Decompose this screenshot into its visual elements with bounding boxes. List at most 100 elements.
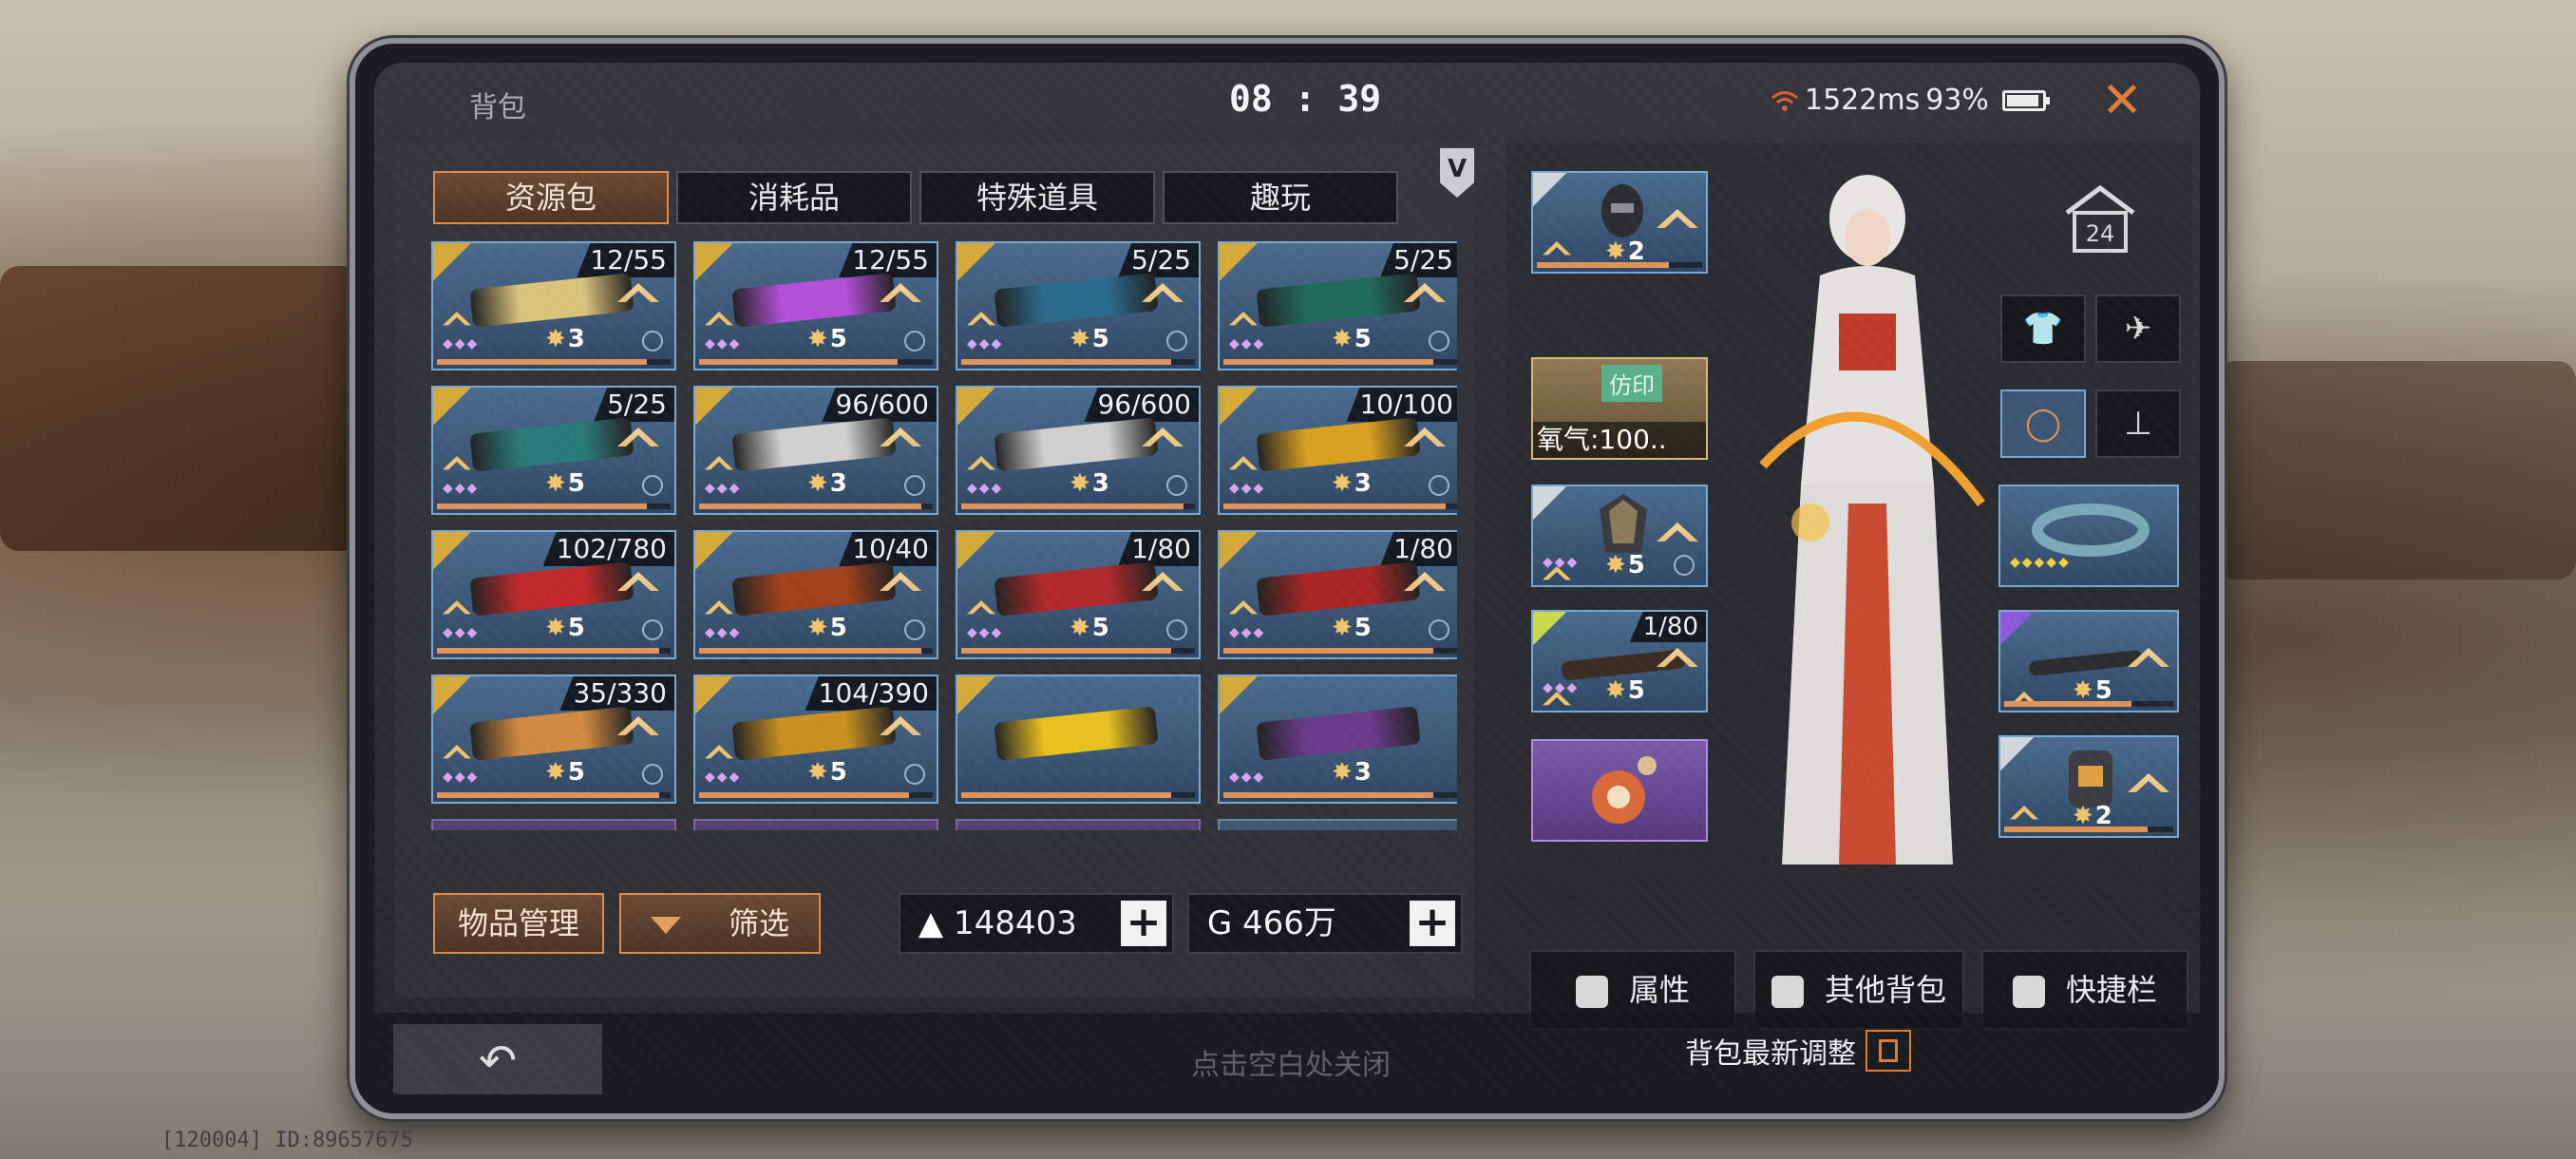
durability-bar bbox=[1223, 648, 1457, 654]
item-count: 5/25 bbox=[1380, 243, 1457, 277]
weapon-level: 5 bbox=[1605, 676, 1645, 705]
upgrade-chevron-icon bbox=[2128, 773, 2169, 792]
signal-icon bbox=[904, 331, 925, 352]
durability-bar bbox=[699, 359, 933, 365]
rank-chevron-icon bbox=[705, 312, 733, 326]
rarity-corner-icon bbox=[433, 676, 475, 718]
stars-icon: ◆◆◆ bbox=[443, 481, 480, 496]
item-count: 10/40 bbox=[839, 532, 937, 566]
drone-slot[interactable]: ✈ bbox=[2095, 294, 2181, 363]
gold-value: 148403 bbox=[954, 904, 1077, 942]
tablet-frame: 背包 08 : 39 1522ms 93% ✕ 资源包 消耗品 特殊道具 趣玩 … bbox=[350, 38, 2225, 1119]
durability-bar bbox=[1223, 359, 1457, 365]
stars-icon: ◆◆◆ bbox=[967, 625, 1004, 640]
equipment-panel: 2 仿印 氧气:100.. ◆◆◆ 5 1/80 ◆◆◆ 5 bbox=[1506, 142, 2192, 1030]
weapon-icon bbox=[731, 273, 897, 328]
inventory-item[interactable]: 1/80 ◆◆◆ 5 bbox=[956, 530, 1201, 659]
inventory-item[interactable]: 104/390 ◆◆◆ 5 bbox=[693, 674, 938, 804]
tab-resource-pack[interactable]: 资源包 bbox=[433, 171, 669, 224]
inventory-item[interactable]: 96/600 ◆◆◆ 3 bbox=[956, 386, 1201, 515]
coin-icon: G bbox=[1206, 904, 1233, 942]
inventory-item[interactable]: 10/100 ◆◆◆ 3 bbox=[1218, 386, 1457, 515]
rarity-corner-icon bbox=[433, 532, 475, 574]
bracelet-slot[interactable]: ◯ bbox=[2000, 390, 2086, 458]
inventory-item[interactable]: 5/25 ◆◆◆ 5 bbox=[431, 386, 676, 515]
armor-icon bbox=[1600, 494, 1647, 553]
outfit-slot[interactable]: 👕 bbox=[2000, 294, 2086, 363]
close-button[interactable]: ✕ bbox=[2093, 72, 2150, 129]
gold-bar-icon: ▲ bbox=[918, 904, 944, 942]
rarity-corner-icon bbox=[695, 532, 737, 574]
equip-backpack-slot[interactable]: 2 bbox=[1998, 735, 2179, 838]
inventory-item[interactable]: 10/40 ◆◆◆ 5 bbox=[693, 530, 938, 659]
footer-bar: ↶ 点击空白处关闭 背包最新调整 bbox=[374, 1013, 2200, 1094]
rank-chevron-icon bbox=[1543, 241, 1571, 256]
item-level: 3 bbox=[545, 325, 585, 353]
equip-pet-slot[interactable] bbox=[1531, 739, 1708, 842]
item-count: 1/80 bbox=[1380, 532, 1457, 566]
imprint-tag: 仿印 bbox=[1601, 365, 1662, 402]
close-hint[interactable]: 点击空白处关闭 bbox=[1191, 1041, 1391, 1083]
equip-ring-slot[interactable]: ◆◆◆◆◆ bbox=[1998, 484, 2179, 587]
inventory-item[interactable]: 5/25 ◆◆◆ 5 bbox=[1218, 241, 1457, 370]
filter-button[interactable]: 筛选 bbox=[619, 893, 821, 954]
stars-icon: ◆◆◆ bbox=[705, 336, 742, 352]
tab-fun[interactable]: 趣玩 bbox=[1163, 171, 1398, 224]
item-count: 96/600 bbox=[822, 388, 937, 422]
item-count: 35/330 bbox=[559, 676, 674, 711]
inventory-item[interactable]: 96/600 ◆◆◆ 3 bbox=[693, 386, 938, 515]
inventory-item[interactable]: 12/55 ◆◆◆ 5 bbox=[693, 241, 938, 370]
back-button[interactable]: ↶ bbox=[393, 1024, 602, 1094]
equip-armor-slot[interactable]: ◆◆◆ 5 bbox=[1531, 484, 1708, 587]
backpack-news[interactable]: 背包最新调整 bbox=[1685, 1030, 1911, 1072]
add-coins-button[interactable]: + bbox=[1410, 901, 1455, 946]
stars-icon: ◆◆◆ bbox=[705, 625, 742, 640]
currency-gold: ▲ 148403 + bbox=[899, 893, 1174, 954]
equip-weapon-slot[interactable]: 1/80 ◆◆◆ 5 bbox=[1531, 610, 1708, 712]
durability-bar bbox=[1223, 504, 1457, 509]
item-count: 104/390 bbox=[805, 676, 937, 711]
weapon-icon bbox=[1256, 561, 1421, 617]
house-level: 24 bbox=[2086, 220, 2115, 247]
upgrade-chevron-icon bbox=[1657, 209, 1698, 228]
inventory-item[interactable] bbox=[956, 674, 1201, 804]
clock: 08 : 39 bbox=[1229, 78, 1382, 120]
rank-chevron-icon bbox=[1229, 456, 1258, 470]
inventory-item[interactable] bbox=[431, 819, 676, 830]
rarity-corner-icon bbox=[695, 388, 737, 429]
stars-icon: ◆◆◆ bbox=[443, 770, 480, 785]
item-level: 5 bbox=[1332, 614, 1372, 642]
vip-badge-icon[interactable]: V bbox=[1440, 148, 1474, 198]
item-count: 12/55 bbox=[839, 243, 937, 277]
item-manage-button[interactable]: 物品管理 bbox=[433, 893, 604, 954]
inventory-item[interactable] bbox=[956, 819, 1201, 830]
durability-bar bbox=[699, 792, 933, 798]
item-grid: 12/55 ◆◆◆ 3 12/55 ◆◆◆ 5 5/25 ◆◆◆ 5 5/25 ◆◆◆ 5 5/25 ◆◆… bbox=[431, 241, 1457, 830]
rarity-corner-icon bbox=[1220, 388, 1261, 429]
equip-helmet-slot[interactable]: 2 bbox=[1531, 171, 1708, 274]
tab-special-items[interactable]: 特殊道具 bbox=[919, 171, 1155, 224]
equip-secondary-slot[interactable]: 5 bbox=[1998, 610, 2179, 712]
house-icon[interactable]: 24 bbox=[2057, 180, 2143, 256]
character-model bbox=[1759, 175, 1985, 864]
signal-icon bbox=[1429, 331, 1449, 352]
filter-icon bbox=[650, 917, 681, 934]
stars-icon: ◆◆◆ bbox=[1229, 770, 1266, 785]
inventory-item[interactable]: 1/80 ◆◆◆ 5 bbox=[1218, 530, 1457, 659]
turret-slot[interactable]: ⊥ bbox=[2095, 390, 2181, 458]
inventory-item[interactable] bbox=[1218, 819, 1457, 830]
durability-bar bbox=[437, 359, 671, 365]
inventory-item[interactable]: ◆◆◆ 3 bbox=[1218, 674, 1457, 804]
inventory-item[interactable]: 35/330 ◆◆◆ 5 bbox=[431, 674, 676, 804]
add-gold-button[interactable]: + bbox=[1121, 901, 1166, 946]
inventory-item[interactable] bbox=[693, 819, 938, 830]
tab-consumables[interactable]: 消耗品 bbox=[676, 171, 912, 224]
signal-icon bbox=[642, 331, 663, 352]
weapon-icon bbox=[994, 273, 1159, 328]
weapon-icon bbox=[469, 561, 635, 617]
inventory-item[interactable]: 12/55 ◆◆◆ 3 bbox=[431, 241, 676, 370]
rank-chevron-icon bbox=[967, 456, 995, 470]
inventory-item[interactable]: 102/780 ◆◆◆ 5 bbox=[431, 530, 676, 659]
oxygen-slot[interactable]: 仿印 氧气:100.. bbox=[1531, 357, 1708, 460]
inventory-item[interactable]: 5/25 ◆◆◆ 5 bbox=[956, 241, 1201, 370]
